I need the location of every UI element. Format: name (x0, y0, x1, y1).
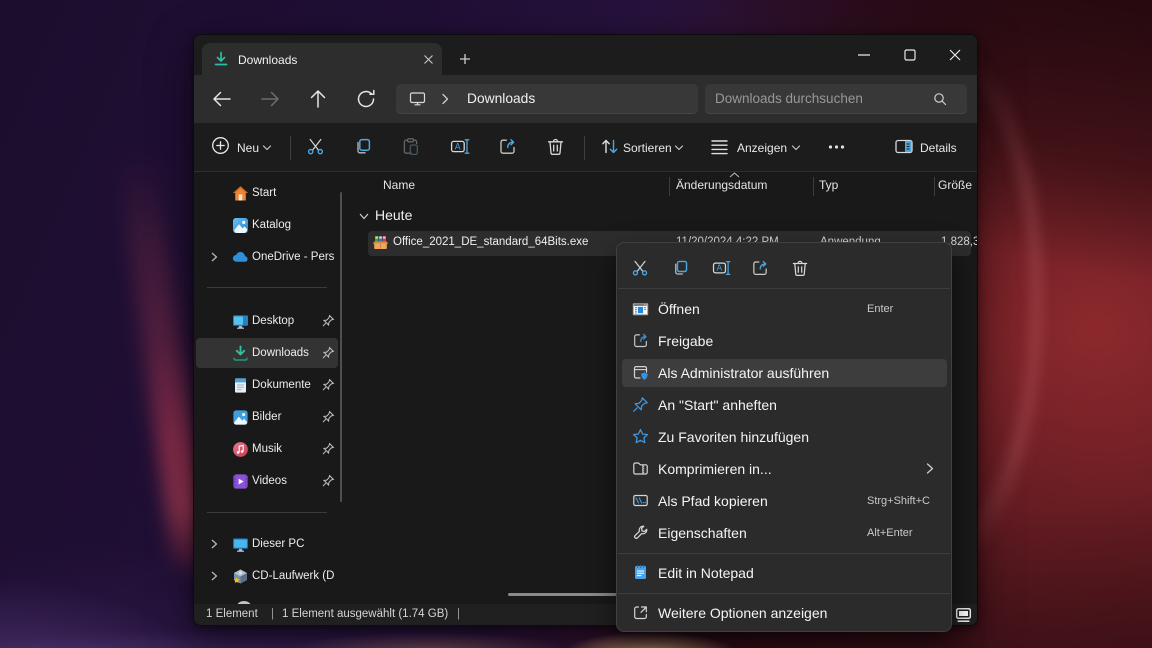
svg-text:A: A (717, 263, 723, 273)
svg-text:A: A (455, 141, 461, 151)
